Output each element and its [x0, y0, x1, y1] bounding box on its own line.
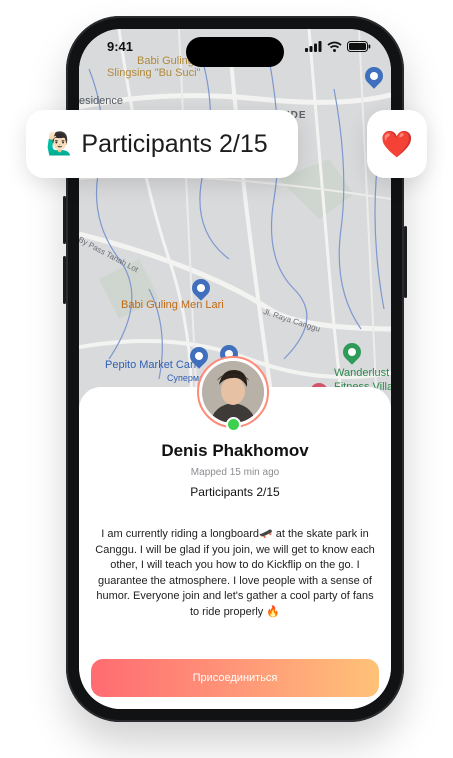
status-time: 9:41 — [107, 39, 134, 54]
side-button-left-low — [63, 256, 66, 304]
side-button-right — [404, 226, 407, 298]
side-button-left-mid — [63, 196, 66, 244]
map-label-top-poi: Babi Guling — [137, 55, 194, 67]
join-button[interactable]: Присоединиться — [91, 659, 379, 697]
favorite-button[interactable]: ❤️ — [367, 110, 427, 178]
map-label-wander-1: Wanderlust — [334, 367, 390, 379]
online-status-dot — [226, 417, 241, 432]
wifi-icon — [327, 41, 342, 52]
signal-icon — [305, 41, 322, 52]
avatar-person-icon — [202, 361, 264, 423]
map-label-residence: esidence — [79, 95, 124, 107]
participants-count: Participants 2/15 — [190, 485, 280, 499]
avatar-photo — [202, 361, 264, 423]
participants-pill-label: Participants 2/15 — [81, 129, 268, 158]
dynamic-island — [186, 37, 284, 67]
map-label-top-poi-2: Slingsing "Bu Suci" — [107, 67, 201, 79]
app-showcase: Babi Guling Slingsing "Bu Suci" esidence… — [0, 0, 453, 758]
profile-name: Denis Phakhomov — [161, 441, 309, 460]
participants-pill[interactable]: 🙋🏻‍♂️ Participants 2/15 — [26, 110, 298, 178]
map-label-poi-center: Babi Guling Men Lari — [121, 299, 224, 311]
event-description: I am currently riding a longboard🛹 at th… — [95, 528, 375, 618]
map-label-market: Pepito Market Can — [105, 359, 197, 371]
status-icons — [305, 41, 371, 52]
battery-icon — [347, 41, 371, 52]
mapped-time: Mapped 15 min ago — [190, 467, 280, 478]
raising-hand-icon: 🙋🏻‍♂️ — [46, 131, 74, 156]
heart-icon: ❤️ — [380, 128, 414, 159]
